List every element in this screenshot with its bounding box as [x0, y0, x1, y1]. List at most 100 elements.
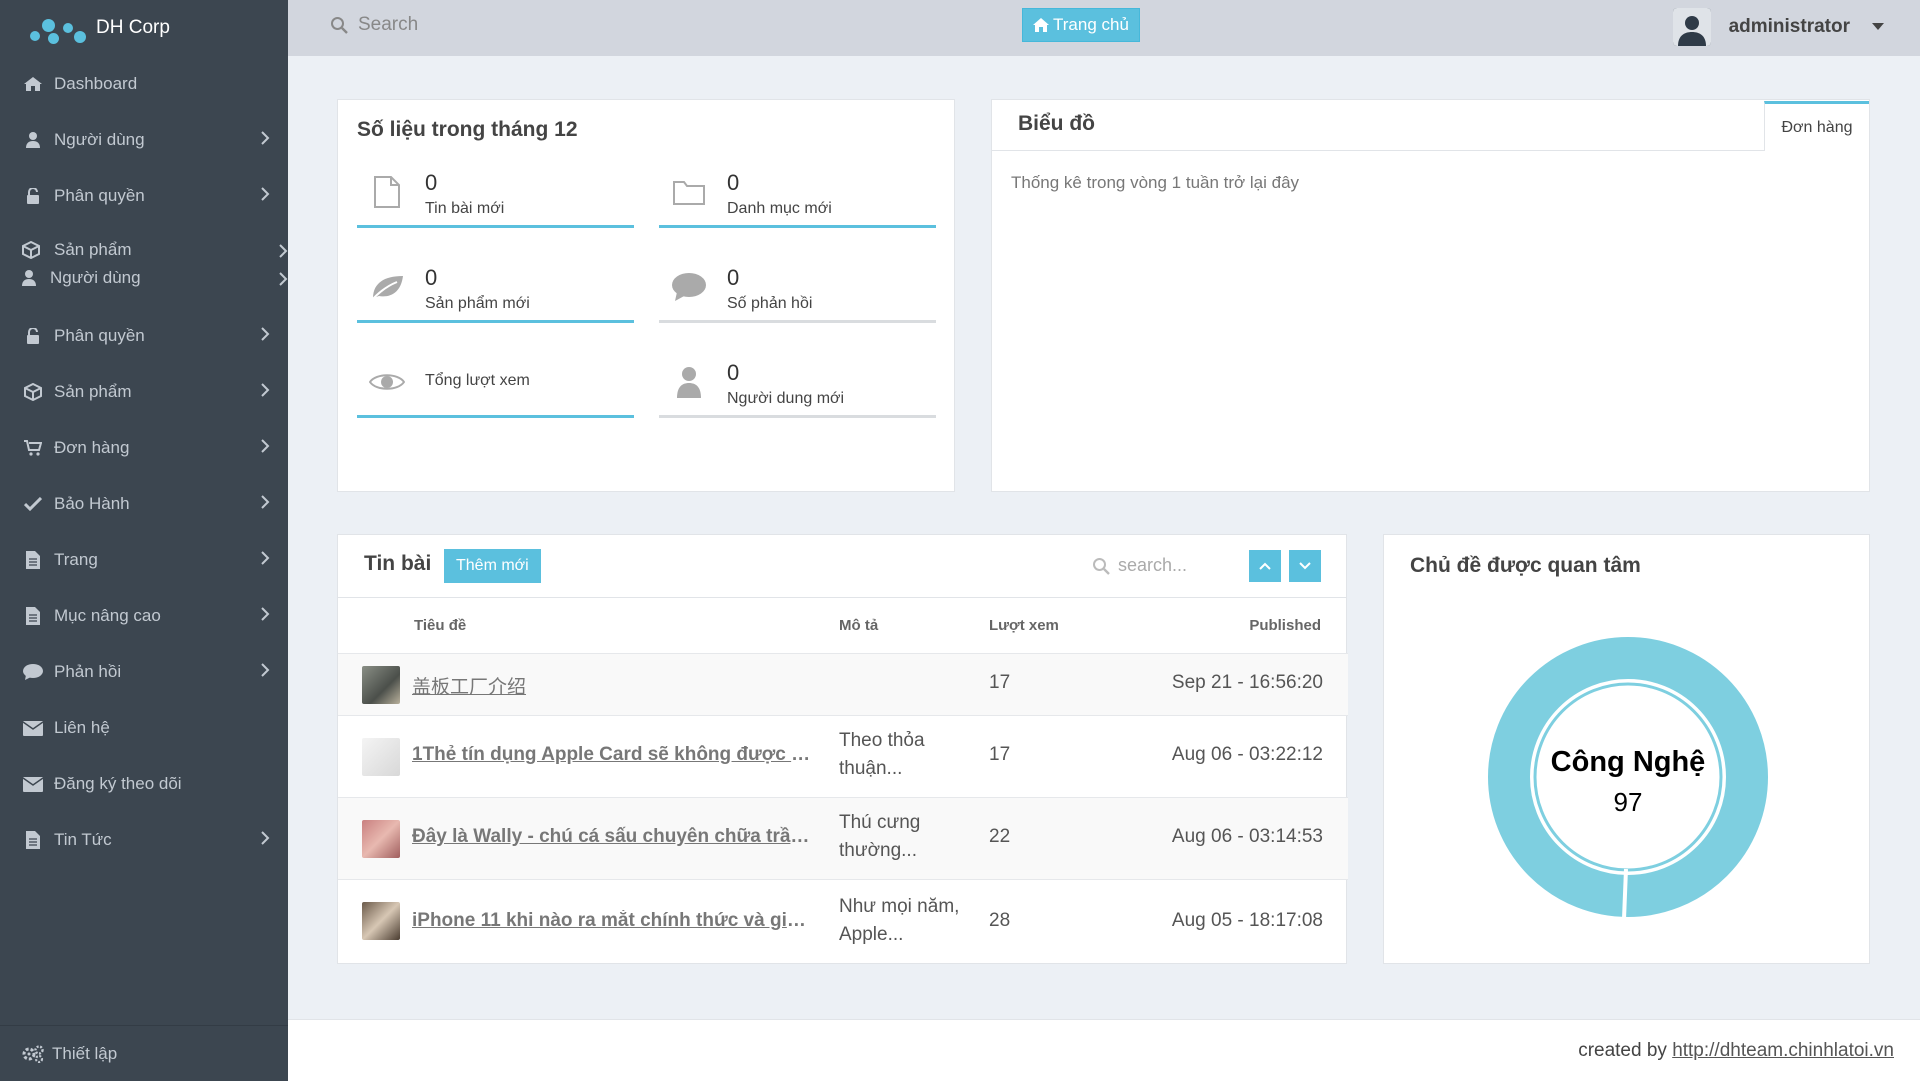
chart-subtitle: Thống kê trong vòng 1 tuần trở lại đây: [1011, 173, 1300, 192]
cube-icon: [22, 383, 44, 401]
stat-new-posts[interactable]: 0 Tin bài mới: [357, 162, 634, 228]
lock-icon: [22, 327, 44, 345]
tab-orders[interactable]: Đơn hàng: [1764, 101, 1869, 151]
sidebar: DH Corp Dashboard Người dùng Phân quyền …: [0, 0, 288, 1081]
file-icon: [369, 174, 405, 210]
chevron-right-icon: [261, 382, 270, 402]
chevron-down-icon: [1299, 562, 1311, 570]
search-box[interactable]: Search: [330, 14, 418, 36]
post-title-link[interactable]: 盖板工厂介绍: [412, 672, 812, 699]
sidebar-item-label: Phân quyền: [54, 186, 145, 205]
brand-name: DH Corp: [96, 17, 170, 38]
stat-value: 0: [727, 360, 740, 385]
file-icon: [22, 831, 44, 849]
sidebar-item-subscribe[interactable]: Đăng ký theo dõi: [0, 756, 288, 812]
eye-icon: [369, 364, 405, 400]
add-post-button[interactable]: Thêm mới: [444, 549, 541, 583]
leaf-icon: [369, 269, 405, 305]
search-icon: [330, 16, 348, 34]
sidebar-item-label: Dashboard: [54, 74, 138, 93]
table-row[interactable]: iPhone 11 khi nào ra mắt chính thức và g…: [338, 879, 1348, 963]
posts-search[interactable]: search...: [1092, 555, 1187, 576]
user-menu[interactable]: administrator: [1672, 8, 1884, 46]
topbar: Search Trang chủ administrator: [288, 0, 1920, 56]
sidebar-item-warranty[interactable]: Bảo Hành: [0, 476, 288, 532]
footer: created by http://dhteam.chinhlatoi.vn: [288, 1019, 1920, 1081]
sidebar-item-users-2[interactable]: Người dùng: [22, 268, 288, 288]
sidebar-item-permissions[interactable]: Phân quyền: [0, 168, 288, 224]
stat-feedback-count[interactable]: 0 Số phản hồi: [659, 257, 936, 323]
post-title-link[interactable]: Đây là Wally - chú cá sấu chuyên chữa tr…: [412, 826, 812, 848]
stat-new-users[interactable]: 0 Người dung mới: [659, 352, 936, 418]
logo-icon: [30, 11, 88, 45]
stat-value: 0: [727, 170, 740, 195]
column-header[interactable]: Lượt xem: [989, 617, 1059, 634]
comment-icon: [671, 269, 707, 305]
chevron-right-icon: [261, 438, 270, 458]
table-row[interactable]: 盖板工厂介绍 17 Sep 21 - 16:56:20: [338, 653, 1348, 715]
stat-label: Tin bài mới: [425, 200, 505, 217]
sidebar-item-dashboard[interactable]: Dashboard: [0, 56, 288, 112]
post-title-link[interactable]: 1Thẻ tín dụng Apple Card sẽ không được h…: [412, 744, 812, 766]
post-desc-line-1: Theo thỏa: [839, 730, 925, 751]
sidebar-item-pages[interactable]: Trang: [0, 532, 288, 588]
post-desc-line-2: thường...: [839, 840, 917, 861]
topics-title: Chủ đề được quan tâm: [1410, 554, 1641, 577]
footer-prefix: created by: [1578, 1040, 1673, 1061]
chevron-right-icon: [261, 326, 270, 346]
chevron-right-icon: [261, 550, 270, 570]
scroll-up-button[interactable]: [1249, 550, 1281, 582]
sidebar-item-label: Mục nâng cao: [54, 606, 161, 625]
post-views: 28: [989, 910, 1011, 931]
table-row[interactable]: Đây là Wally - chú cá sấu chuyên chữa tr…: [338, 797, 1348, 879]
sidebar-settings[interactable]: Thiết lập: [0, 1025, 288, 1081]
sidebar-item-label: Phân quyền: [54, 326, 145, 345]
sidebar-item-orders[interactable]: Đơn hàng: [0, 420, 288, 476]
sidebar-item-label: Liên hệ: [54, 718, 110, 737]
tachometer-icon: [22, 75, 44, 93]
donut-slice-gap: [1622, 868, 1628, 920]
brand[interactable]: DH Corp: [0, 0, 288, 56]
footer-link[interactable]: http://dhteam.chinhlatoi.vn: [1672, 1040, 1894, 1061]
home-button[interactable]: Trang chủ: [1022, 8, 1140, 42]
footer-credit: created by http://dhteam.chinhlatoi.vn: [1578, 1040, 1894, 1062]
post-title-link[interactable]: iPhone 11 khi nào ra mắt chính thức và g…: [412, 910, 812, 932]
user-icon: [22, 131, 44, 149]
sidebar-item-news[interactable]: Tin Tức: [0, 812, 288, 868]
chevron-up-icon: [1259, 562, 1271, 570]
search-icon: [1092, 557, 1110, 575]
username: administrator: [1728, 16, 1850, 37]
folder-icon: [671, 174, 707, 210]
sidebar-item-advanced[interactable]: Mục nâng cao: [0, 588, 288, 644]
chevron-right-icon: [261, 130, 270, 150]
post-views: 22: [989, 826, 1011, 847]
column-header[interactable]: Published: [1249, 617, 1321, 634]
sidebar-item-permissions-2[interactable]: Phân quyền: [0, 308, 288, 364]
column-header[interactable]: Mô tả: [839, 617, 878, 634]
stat-new-categories[interactable]: 0 Danh mục mới: [659, 162, 936, 228]
chevron-right-icon: [261, 830, 270, 850]
posts-search-input[interactable]: search...: [1118, 555, 1187, 576]
search-input[interactable]: Search: [358, 14, 418, 36]
stat-label: Danh mục mới: [727, 200, 832, 217]
post-desc-line-2: Apple...: [839, 924, 904, 945]
chevron-right-icon: [261, 606, 270, 626]
stat-label: Tổng lượt xem: [425, 372, 530, 389]
stat-new-products[interactable]: 0 Sản phẩm mới: [357, 257, 634, 323]
column-header[interactable]: Tiêu đề: [414, 617, 466, 634]
sidebar-item-feedback[interactable]: Phản hồi: [0, 644, 288, 700]
stat-value: 0: [425, 265, 438, 290]
sidebar-item-label: Sản phẩm: [54, 382, 132, 401]
post-desc-line-2: thuận...: [839, 758, 903, 779]
topics-panel: Chủ đề được quan tâm Công Nghệ 97: [1383, 534, 1870, 964]
sidebar-item-users[interactable]: Người dùng: [0, 112, 288, 168]
sidebar-item-contact[interactable]: Liên hệ: [0, 700, 288, 756]
table-row[interactable]: 1Thẻ tín dụng Apple Card sẽ không được h…: [338, 715, 1348, 797]
scroll-down-button[interactable]: [1289, 550, 1321, 582]
stat-total-views[interactable]: Tổng lượt xem: [357, 352, 634, 418]
post-views: 17: [989, 672, 1011, 693]
envelope-icon: [22, 719, 44, 737]
chevron-right-icon: [261, 186, 270, 206]
sidebar-item-products-2[interactable]: Sản phẩm: [0, 364, 288, 420]
sidebar-item-products[interactable]: Sản phẩm: [22, 240, 288, 260]
